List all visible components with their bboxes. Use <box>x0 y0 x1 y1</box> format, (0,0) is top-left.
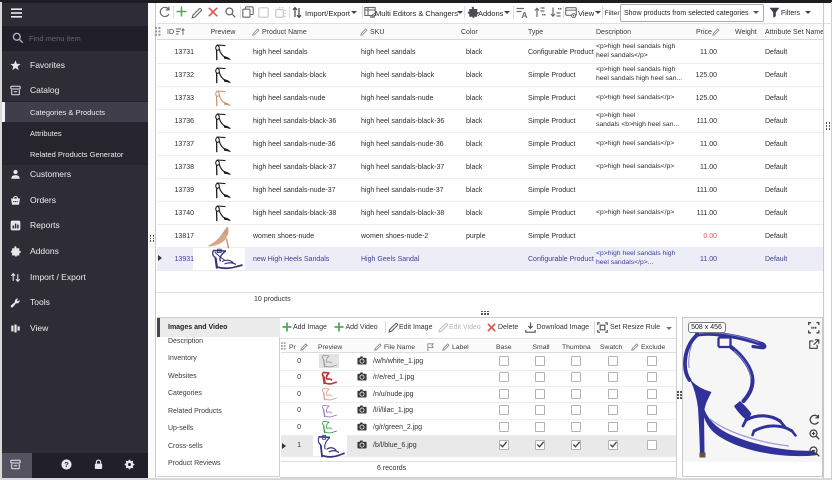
svg-text:A: A <box>521 10 527 18</box>
svg-text:?: ? <box>64 460 69 469</box>
